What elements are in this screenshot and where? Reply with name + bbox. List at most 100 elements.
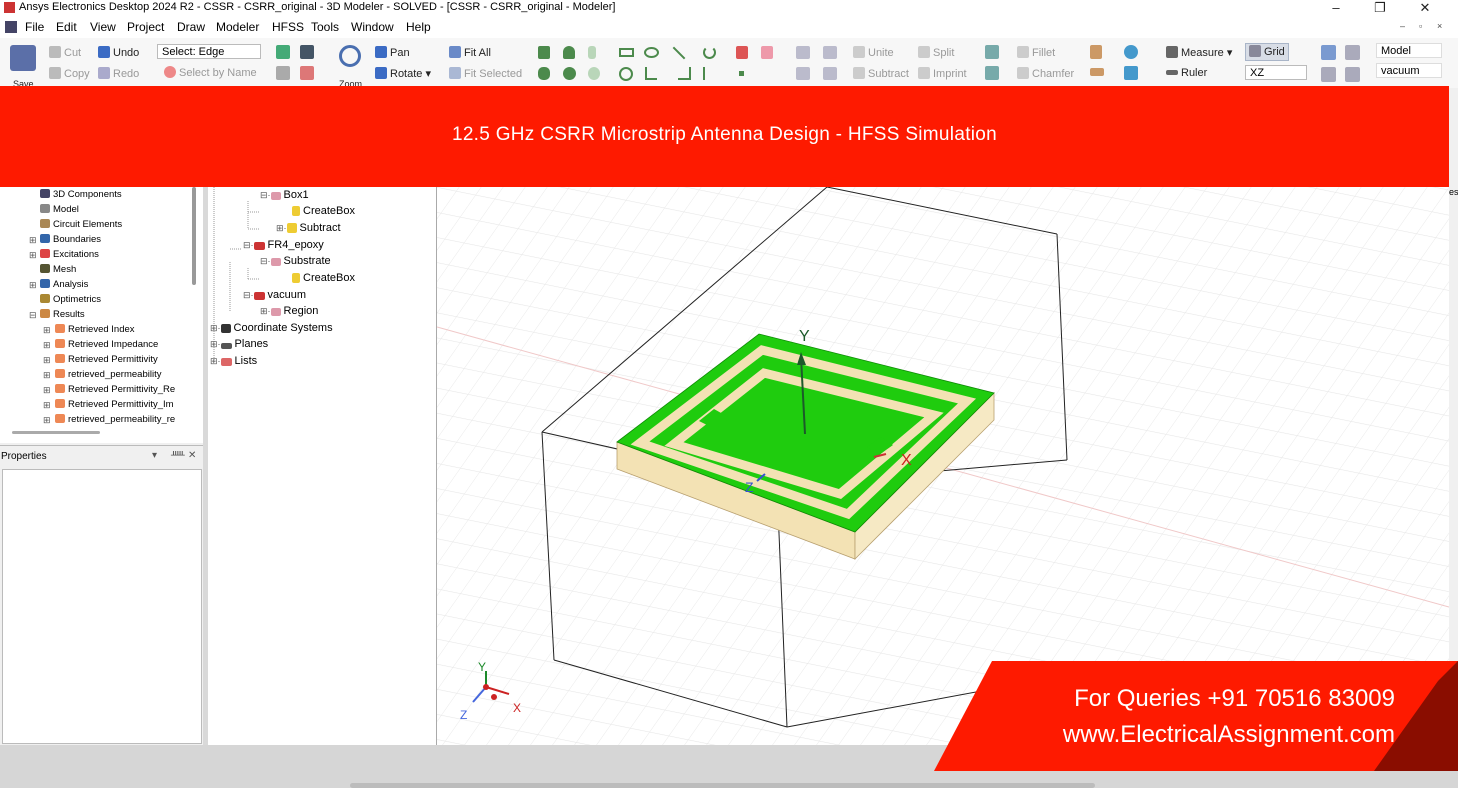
expand-icon[interactable]: ⊞ — [43, 400, 51, 411]
copy-button[interactable]: Copy — [49, 67, 90, 80]
material-icon[interactable] — [1090, 45, 1102, 59]
grid-toggle-button[interactable]: Grid — [1245, 43, 1289, 61]
menu-edit[interactable]: Edit — [56, 20, 77, 34]
mdi-restore-button[interactable]: ▫ — [1419, 21, 1422, 31]
tree-item-retrieved-permittivity-im[interactable]: Retrieved Permittivity_Im — [55, 399, 174, 410]
expand-icon[interactable]: ⊞ — [43, 340, 51, 351]
show-all-icon[interactable] — [276, 66, 290, 80]
fit-all-button[interactable]: Fit All — [449, 46, 491, 59]
tree-item-circuit-elements[interactable]: Circuit Elements — [40, 219, 122, 230]
tree-item-results[interactable]: Results — [40, 309, 85, 320]
rectangle-icon[interactable] — [619, 48, 634, 57]
tree-item-mesh[interactable]: Mesh — [40, 264, 76, 275]
circle-icon[interactable] — [619, 67, 633, 81]
snap-grid-icon[interactable] — [1321, 45, 1336, 60]
plane-dropdown[interactable]: XZ — [1245, 65, 1307, 80]
properties-close-button[interactable]: ✕ — [188, 450, 196, 461]
expand-icon[interactable]: ⊞ — [43, 370, 51, 381]
unite-button[interactable]: Unite — [853, 46, 894, 59]
tree-item-optimetrics[interactable]: Optimetrics — [40, 294, 101, 305]
tree-item-retrieved-impedance[interactable]: Retrieved Impedance — [55, 339, 158, 350]
menu-project[interactable]: Project — [127, 20, 164, 34]
torus-icon[interactable] — [588, 67, 600, 80]
menu-modeler[interactable]: Modeler — [216, 20, 259, 34]
cylinder-icon[interactable] — [538, 67, 550, 80]
mdi-close-button[interactable]: × — [1437, 21, 1442, 31]
tree-item-createbox[interactable]: CreateBox — [292, 205, 355, 217]
menu-view[interactable]: View — [90, 20, 116, 34]
mirror-icon[interactable] — [796, 67, 810, 80]
select-by-name-button[interactable]: Select by Name — [164, 66, 257, 79]
expand-icon[interactable]: ⊞ — [29, 280, 37, 291]
menu-help[interactable]: Help — [406, 20, 431, 34]
restore-button[interactable]: ❐ — [1360, 0, 1400, 17]
tree-item-region[interactable]: ⊞· Region — [260, 305, 318, 317]
collapse-icon[interactable]: ⊟ — [29, 310, 37, 321]
expand-icon[interactable]: ⊞ — [43, 415, 51, 426]
tree-item-coordinate-systems[interactable]: ⊞· Coordinate Systems — [210, 322, 333, 334]
cone-icon[interactable] — [563, 46, 575, 59]
material-field[interactable]: vacuum — [1376, 63, 1442, 78]
spline-icon[interactable] — [678, 67, 691, 80]
save-icon[interactable] — [10, 45, 36, 71]
tree-item-3d-components[interactable]: 3D Components — [40, 189, 122, 200]
rotate-button[interactable]: Rotate ▾ — [375, 67, 431, 80]
coordinate-system-icon[interactable] — [1124, 45, 1138, 59]
expand-icon[interactable]: ⊞ — [29, 235, 37, 246]
ellipse-icon[interactable] — [644, 47, 659, 58]
move-icon[interactable] — [823, 67, 837, 80]
expand-icon[interactable]: ⊞ — [43, 385, 51, 396]
tree-item-box1[interactable]: ⊟· Box1 — [260, 189, 309, 201]
tree-item-retrieved-index[interactable]: Retrieved Index — [55, 324, 135, 335]
tree-item-planes[interactable]: ⊞· Planes — [210, 338, 268, 350]
tree-item-retrieved-permeability[interactable]: retrieved_permeability — [55, 369, 161, 380]
tree-item-fr4-epoxy[interactable]: ⊟· FR4_epoxy — [243, 239, 324, 251]
redo-button[interactable]: Redo — [98, 67, 139, 80]
align-icon[interactable] — [796, 46, 810, 59]
surface-icon[interactable] — [985, 45, 999, 59]
layer-icon[interactable] — [1090, 68, 1104, 76]
expand-icon[interactable]: ⊞ — [43, 325, 51, 336]
point-icon[interactable] — [739, 71, 744, 76]
expand-icon[interactable]: ⊞ — [43, 355, 51, 366]
tree-item-vacuum[interactable]: ⊟· vacuum — [243, 289, 306, 301]
helix-icon[interactable] — [588, 46, 596, 59]
properties-menu-button[interactable]: ▾ — [152, 450, 157, 461]
pan-button[interactable]: Pan — [375, 46, 410, 59]
sweep-icon[interactable] — [985, 66, 999, 80]
tree-item-subtract[interactable]: ⊞· Subtract — [276, 222, 341, 234]
imprint-button[interactable]: Imprint — [918, 67, 967, 80]
tree-item-model[interactable]: Model — [40, 204, 79, 215]
insert-component-icon[interactable] — [761, 46, 773, 59]
menu-tools[interactable]: Tools — [311, 20, 339, 34]
menu-file[interactable]: File — [25, 20, 44, 34]
sphere-icon[interactable] — [563, 67, 576, 80]
select-mode-dropdown[interactable]: Select: Edge — [157, 44, 261, 59]
equation-curve-icon[interactable] — [645, 67, 657, 80]
measure-button[interactable]: Measure ▾ — [1166, 46, 1232, 59]
cut-button[interactable]: Cut — [49, 46, 81, 59]
expand-icon[interactable]: ⊞ — [29, 250, 37, 261]
tree-item-retrieved-permittivity[interactable]: Retrieved Permittivity — [55, 354, 158, 365]
tree-item-retrieved-permittivity-re[interactable]: Retrieved Permittivity_Re — [55, 384, 175, 395]
tree-item-lists[interactable]: ⊞· Lists — [210, 355, 257, 367]
working-cs-icon[interactable] — [1345, 67, 1360, 82]
close-button[interactable]: ✕ — [1405, 0, 1445, 17]
duplicate-icon[interactable] — [823, 46, 837, 59]
properties-pin-button[interactable]: ᚊ — [171, 450, 185, 461]
minimize-button[interactable]: – — [1316, 0, 1356, 17]
side-tab-label[interactable]: es — [1449, 187, 1458, 197]
subtract-button[interactable]: Subtract — [853, 67, 909, 80]
mdi-minimize-button[interactable]: – — [1400, 21, 1405, 31]
hide-all-icon[interactable] — [300, 66, 314, 80]
ruler-button[interactable]: Ruler — [1166, 67, 1207, 79]
chamfer-button[interactable]: Chamfer — [1017, 67, 1074, 80]
menu-draw[interactable]: Draw — [177, 20, 205, 34]
face-cs-icon[interactable] — [1124, 66, 1138, 80]
snap-mode-icon[interactable] — [1345, 45, 1360, 60]
undo-button[interactable]: Undo — [98, 46, 139, 59]
fillet-button[interactable]: Fillet — [1017, 46, 1055, 59]
show-icon[interactable] — [276, 45, 290, 59]
tree-item-boundaries[interactable]: Boundaries — [40, 234, 101, 245]
tree-item-substrate[interactable]: ⊟· Substrate — [260, 255, 331, 267]
